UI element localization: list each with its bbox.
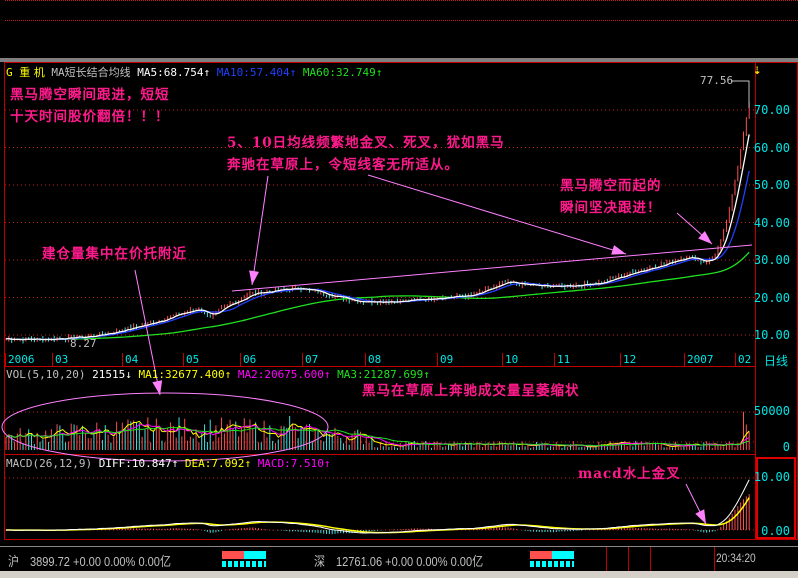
sz-updown-bar (530, 551, 574, 567)
volume-header: VOL(5,10,20) 21515↓ MA1:32677.400↑ MA2:2… (6, 368, 430, 381)
price-tick: 70.00 (753, 103, 790, 117)
month-label: 11 (554, 353, 570, 366)
stock-name: 重 机 (19, 66, 45, 79)
up-arrow-icon: ↑ (171, 457, 179, 470)
trend-line (231, 244, 753, 292)
high-marker-line (731, 80, 750, 108)
sz-index-label: 深 (314, 555, 326, 570)
macd-value: MACD:7.510 (257, 457, 324, 470)
vol-value: 21515 (92, 368, 126, 381)
stock-code: G (6, 66, 13, 79)
month-label: 2006 (5, 353, 35, 366)
sh-index-label: 沪 (8, 555, 20, 570)
month-label: 2007 (684, 353, 714, 366)
sz-index-text[interactable]: 12761.06 +0.00 0.00% 0.00亿 (336, 551, 483, 570)
annotation-ma-cross: 5、10日均线频繁地金叉、死叉，犹如黑马 奔驰在草原上，令短线客无所适从。 (227, 135, 505, 173)
up-arrow-icon: ↑ (423, 368, 430, 381)
period-label[interactable]: 日线 (764, 352, 788, 369)
sh-updown-bar (222, 551, 266, 567)
arrowhead-icon (698, 230, 712, 244)
up-arrow-icon: ↑ (289, 66, 297, 79)
macd-tick: 0.00 (761, 524, 790, 538)
up-arrow-icon: ↑ (323, 457, 331, 470)
price-tick: 50.00 (753, 178, 790, 192)
month-label: 02 (735, 353, 751, 366)
vol-tick: 50000 (753, 404, 790, 418)
chart-header: G 重 机 MA短长结合均线 MA5:68.754↑ MA10:57.404↑ … (6, 64, 382, 80)
ma5-value: MA5:68.754 (137, 66, 204, 79)
vol-label: VOL(5,10,20) (6, 368, 86, 381)
vol-ma2: MA2:20675.600 (237, 368, 324, 381)
sh-index-text[interactable]: 3899.72 +0.00 0.00% 0.00亿 (30, 551, 171, 570)
up-arrow-icon: ↑ (244, 457, 252, 470)
ma60-value: MA60:32.749 (302, 66, 376, 79)
annotation-volume-shrink: 黑马在草原上奔驰成交量呈萎缩状 (362, 383, 580, 399)
ma-line (5, 251, 750, 341)
vol-tick: 0 (782, 440, 790, 454)
up-arrow-icon: ↑ (323, 368, 331, 381)
macd-diff: DIFF:10.847 (98, 457, 172, 470)
price-tick: 10.00 (753, 328, 790, 342)
high-price-label: 77.56 (700, 74, 734, 87)
macd-dea: DEA:7.092 (184, 457, 245, 470)
clock: 20:34:20 (716, 551, 756, 565)
month-label: 12 (620, 353, 636, 366)
month-label: 04 (122, 353, 138, 366)
annotation-macd-cross: macd水上金叉 (578, 466, 681, 482)
up-arrow-icon: ↑ (224, 368, 232, 381)
down-arrow-icon: ↓ (125, 368, 132, 381)
vol-ma3: MA3:21287.699 (337, 368, 424, 381)
pointer-arrow (251, 175, 269, 286)
price-tick: 40.00 (753, 215, 790, 230)
window-bottom-edge (0, 571, 798, 578)
arrowhead-icon (249, 270, 259, 285)
price-tick: 20.00 (753, 290, 790, 305)
annotation-accumulation: 建仓量集中在价托附近 (42, 246, 187, 262)
macd-tick: 10.00 (753, 470, 790, 484)
annotation-breakout: 黑马腾空而起的 瞬间坚决跟进！ (560, 178, 662, 216)
up-arrow-icon: ↑ (203, 66, 211, 79)
up-arrow-icon: ↑ (375, 66, 383, 79)
month-label: 06 (240, 353, 256, 366)
month-label: 09 (437, 353, 453, 366)
month-label: 03 (52, 353, 68, 366)
anchor-icon[interactable]: ⇣ (753, 62, 761, 78)
ma10-value: MA10:57.404 (216, 66, 290, 79)
status-bar: 沪 3899.72 +0.00 0.00% 0.00亿 深 12761.06 +… (0, 546, 798, 571)
annotation-black-horse-entry: 黑马腾空瞬间跟进，短短 十天时间股价翻倍！！！ (10, 87, 170, 125)
month-label: 07 (302, 353, 318, 366)
diff-line (5, 479, 750, 534)
low-price-label: 8.27 (70, 337, 97, 350)
month-label: 10 (502, 353, 518, 366)
volume-ellipse (1, 392, 329, 462)
arrowhead-icon (611, 245, 626, 255)
price-tick: 60.00 (753, 140, 790, 155)
price-tick: 30.00 (753, 253, 790, 267)
month-label: 08 (365, 353, 381, 366)
arrowhead-icon (695, 509, 706, 524)
indicator-name[interactable]: MA短长结合均线 (51, 66, 130, 79)
macd-label: MACD(26,12,9) (6, 457, 93, 470)
month-label: 05 (183, 353, 199, 366)
vol-ma1: MA1:32677.400 (138, 368, 225, 381)
macd-header: MACD(26,12,9) DIFF:10.847↑ DEA:7.092↑ MA… (6, 457, 331, 470)
